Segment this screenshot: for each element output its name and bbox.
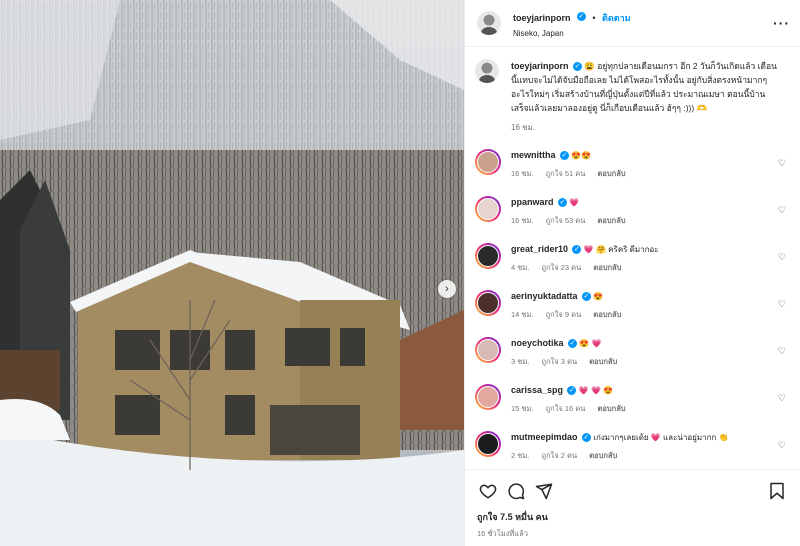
comment-list: mewnittha ✓ 😍😍 16 ชม. ถูกใจ 51 คน ตอบกลั…	[475, 149, 790, 469]
house-snow-photo	[0, 0, 464, 546]
comment-time: 4 ชม.	[511, 263, 530, 272]
reply-button[interactable]: ตอบกลับ	[598, 404, 626, 413]
comment-icon[interactable]	[505, 480, 527, 502]
comment-time: 16 ชม.	[511, 169, 534, 178]
comment-text: 😍	[593, 292, 604, 301]
comment-item: great_rider10 ✓ 💗 🤗 คริคริ ดีมากอะ 4 ชม.…	[475, 243, 790, 274]
comment-likes[interactable]: ถูกใจ 51 คน	[546, 169, 586, 178]
reply-button[interactable]: ตอบกลับ	[593, 263, 621, 272]
bookmark-icon[interactable]	[766, 480, 788, 502]
verified-badge-icon: ✓	[581, 433, 591, 443]
comment-avatar[interactable]	[475, 337, 501, 363]
comment-username[interactable]: great_rider10	[511, 244, 568, 254]
reply-button[interactable]: ตอบกลับ	[598, 216, 626, 225]
comment-text: 💗 🤗 คริคริ ดีมากอะ	[583, 245, 659, 254]
verified-badge-icon: ✓	[567, 339, 577, 349]
follow-button[interactable]: ติดตาม	[602, 13, 631, 23]
chevron-right-icon: ›	[445, 283, 449, 295]
comment-username[interactable]: mutmeepimdao	[511, 432, 578, 442]
comment-time: 2 ชม.	[511, 451, 530, 460]
comment-username[interactable]: mewnittha	[511, 150, 556, 160]
verified-badge-icon: ✓	[576, 12, 586, 22]
comment-avatar[interactable]	[475, 290, 501, 316]
reply-button[interactable]: ตอบกลับ	[589, 451, 617, 460]
verified-badge-icon: ✓	[557, 198, 567, 208]
verified-badge-icon: ✓	[567, 386, 577, 396]
separator-dot: •	[592, 13, 596, 23]
comment-username[interactable]: noeychotika	[511, 338, 564, 348]
comment-time: 14 ชม.	[511, 310, 534, 319]
comment-like-heart-icon[interactable]: ♡	[778, 299, 786, 310]
posted-time: 16 ชั่วโมงที่แล้ว	[477, 529, 528, 538]
caption-time: 16 ชม.	[511, 123, 536, 132]
comment-like-heart-icon[interactable]: ♡	[778, 252, 786, 263]
post-location[interactable]: Niseko, Japan	[513, 29, 773, 38]
comments-scroll-area[interactable]: toeyjarinporn ✓ 😩 อยู่ทุกปลายเดือนมกรา อ…	[465, 47, 800, 469]
reply-button[interactable]: ตอบกลับ	[593, 310, 621, 319]
comment-like-heart-icon[interactable]: ♡	[778, 158, 786, 169]
comment-avatar[interactable]	[475, 149, 501, 175]
post-caption: toeyjarinporn ✓ 😩 อยู่ทุกปลายเดือนมกรา อ…	[475, 59, 790, 135]
post-actions: ถูกใจ 7.5 หมื่น คน 16 ชั่วโมงที่แล้ว	[465, 469, 800, 546]
comment-item: ppanward ✓ 💗 16 ชม. ถูกใจ 53 คน ตอบกลับ …	[475, 196, 790, 227]
caption-avatar[interactable]	[475, 59, 499, 83]
comment-username[interactable]: carissa_spg	[511, 385, 563, 395]
author-username[interactable]: toeyjarinporn	[513, 13, 571, 23]
comment-item: mutmeepimdao ✓ เก่งมากๆเลยเด้ย 💗 และน่าอ…	[475, 431, 790, 462]
comment-likes[interactable]: ถูกใจ 23 คน	[541, 263, 581, 272]
comment-like-heart-icon[interactable]: ♡	[778, 346, 786, 357]
comment-text: เก่งมากๆเลยเด้ย 💗 และน่าอยู่มากก 👏	[593, 433, 729, 442]
share-icon[interactable]	[533, 480, 555, 502]
next-photo-button[interactable]: ›	[438, 280, 456, 298]
comment-item: carissa_spg ✓ 💗 💗 😍 15 ชม. ถูกใจ 16 คน ต…	[475, 384, 790, 415]
verified-badge-icon: ✓	[572, 62, 582, 72]
like-count[interactable]: ถูกใจ 7.5 หมื่น คน	[477, 510, 788, 524]
comment-text: 💗 💗 😍	[578, 386, 614, 395]
comment-likes[interactable]: ถูกใจ 9 คน	[546, 310, 582, 319]
comment-time: 15 ชม.	[511, 404, 534, 413]
post-header: toeyjarinporn ✓ • ติดตาม Niseko, Japan ·…	[465, 0, 800, 47]
comment-username[interactable]: ppanward	[511, 197, 554, 207]
comment-avatar[interactable]	[475, 431, 501, 457]
comment-time: 16 ชม.	[511, 216, 534, 225]
caption-username[interactable]: toeyjarinporn	[511, 61, 569, 71]
comment-username[interactable]: aerinyuktadatta	[511, 291, 578, 301]
reply-button[interactable]: ตอบกลับ	[598, 169, 626, 178]
reply-button[interactable]: ตอบกลับ	[589, 357, 617, 366]
heart-icon[interactable]	[477, 480, 499, 502]
comment-time: 3 ชม.	[511, 357, 530, 366]
comment-like-heart-icon[interactable]: ♡	[778, 393, 786, 404]
post-side-panel: toeyjarinporn ✓ • ติดตาม Niseko, Japan ·…	[464, 0, 800, 546]
comment-like-heart-icon[interactable]: ♡	[778, 440, 786, 451]
comment-text: 😍 💗	[579, 339, 602, 348]
comment-likes[interactable]: ถูกใจ 53 คน	[546, 216, 586, 225]
comment-likes[interactable]: ถูกใจ 16 คน	[546, 404, 586, 413]
more-options-icon[interactable]: ···	[773, 15, 790, 31]
comment-text: 💗	[569, 198, 580, 207]
comment-avatar[interactable]	[475, 196, 501, 222]
comment-text: 😍😍	[571, 151, 592, 160]
post-photo: ›	[0, 0, 464, 546]
verified-badge-icon: ✓	[581, 292, 591, 302]
comment-item: aerinyuktadatta ✓ 😍 14 ชม. ถูกใจ 9 คน ตอ…	[475, 290, 790, 321]
author-avatar[interactable]	[477, 11, 501, 35]
comment-avatar[interactable]	[475, 243, 501, 269]
comment-likes[interactable]: ถูกใจ 2 คน	[541, 451, 577, 460]
comment-avatar[interactable]	[475, 384, 501, 410]
verified-badge-icon: ✓	[559, 151, 569, 161]
comment-like-heart-icon[interactable]: ♡	[778, 205, 786, 216]
verified-badge-icon: ✓	[572, 245, 582, 255]
comment-likes[interactable]: ถูกใจ 3 คน	[541, 357, 577, 366]
comment-item: noeychotika ✓ 😍 💗 3 ชม. ถูกใจ 3 คน ตอบกล…	[475, 337, 790, 368]
comment-item: mewnittha ✓ 😍😍 16 ชม. ถูกใจ 51 คน ตอบกลั…	[475, 149, 790, 180]
caption-emoji: 😩	[584, 61, 595, 71]
